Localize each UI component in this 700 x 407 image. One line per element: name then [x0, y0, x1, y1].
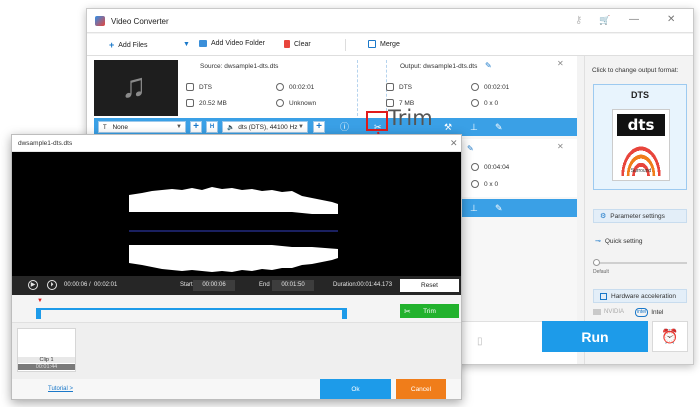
- duration-value: 00:01:44.173: [357, 282, 393, 288]
- audio-waveform[interactable]: [12, 152, 461, 276]
- duration-label: Duration:: [333, 282, 358, 288]
- trim-timeline[interactable]: ▼ ✂ Trim: [12, 295, 461, 323]
- end-label: End: [259, 282, 270, 288]
- start-time-input[interactable]: 00:00:06: [193, 280, 235, 291]
- playback-controls: ▶ ⏵ 00:00:06 / 00:02:01 Start 00:00:06 E…: [12, 276, 461, 295]
- trim-dialog-title: dwsample1-dts.dts: [18, 140, 73, 147]
- ok-button[interactable]: Ok: [320, 379, 391, 399]
- total-time: 00:02:01: [94, 282, 118, 288]
- clip-name: Clip 1: [18, 357, 75, 363]
- time-separator: /: [89, 282, 91, 288]
- trim-start-handle[interactable]: [36, 308, 41, 319]
- step-play-icon[interactable]: ⏵: [47, 280, 57, 290]
- tutorial-link[interactable]: Tutorial >: [48, 386, 73, 392]
- trim-dialog-title-bar: dwsample1-dts.dts ✕: [12, 135, 461, 152]
- reset-button[interactable]: Reset: [400, 279, 459, 292]
- trim-dialog: dwsample1-dts.dts ✕ ▶ ⏵ 00:00:06 / 00:02…: [11, 134, 462, 400]
- timeline-track: [36, 308, 347, 310]
- trim-button[interactable]: ✂ Trim: [400, 304, 459, 318]
- trim-close-button[interactable]: ✕: [450, 138, 458, 149]
- current-time: 00:00:06: [64, 282, 88, 288]
- clip-list: Clip 1 00:01:44: [12, 323, 461, 379]
- trim-dialog-footer: Tutorial > Ok Cancel: [12, 379, 461, 399]
- start-label: Start: [180, 282, 193, 288]
- play-icon[interactable]: ▶: [28, 280, 38, 290]
- waveform-graphic: [129, 187, 338, 272]
- cancel-button[interactable]: Cancel: [396, 379, 446, 399]
- end-time-input[interactable]: 00:01:50: [272, 280, 314, 291]
- trim-end-handle[interactable]: [342, 308, 347, 319]
- scissors-icon: ✂: [404, 306, 411, 316]
- clip-item[interactable]: Clip 1 00:01:44: [17, 328, 76, 372]
- clip-duration: 00:01:44: [18, 364, 75, 370]
- playhead-marker-icon[interactable]: ▼: [37, 298, 43, 304]
